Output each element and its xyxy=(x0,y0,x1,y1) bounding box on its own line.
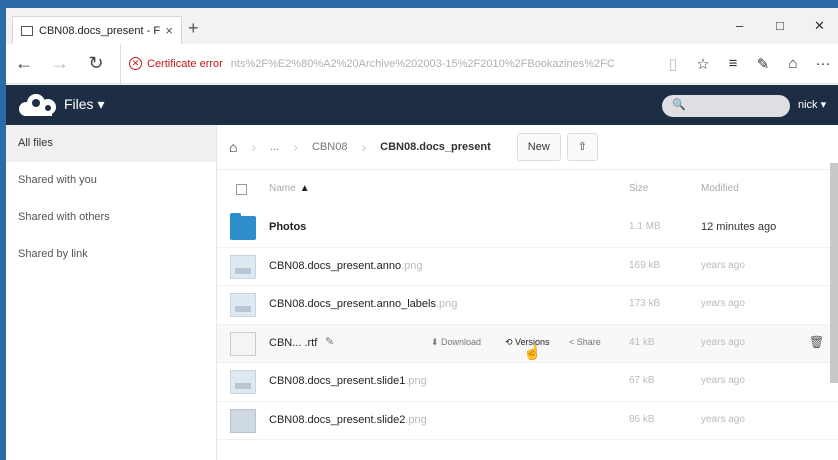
file-size: 173 kB xyxy=(629,298,661,309)
sidebar: All files Shared with you Shared with ot… xyxy=(6,125,217,460)
column-modified-header[interactable]: Modified xyxy=(701,183,739,194)
breadcrumb-parent[interactable]: CBN08 xyxy=(312,141,347,153)
maximize-button[interactable]: □ xyxy=(776,18,784,33)
file-name[interactable]: CBN08.docs_present.slide1.png xyxy=(269,375,427,387)
breadcrumb-separator: › xyxy=(293,139,298,155)
image-thumbnail-icon xyxy=(230,408,256,433)
reading-view-icon[interactable]: ▯ xyxy=(658,55,688,73)
breadcrumb-current[interactable]: CBN08.docs_present xyxy=(380,141,491,153)
minimize-button[interactable]: – xyxy=(736,18,743,33)
tab-page-icon xyxy=(21,25,33,36)
sidebar-item-shared-with-others[interactable]: Shared with others xyxy=(6,199,216,236)
table-row[interactable]: Photos 1.1 MB 12 minutes ago xyxy=(217,209,838,248)
image-thumbnail-icon xyxy=(230,370,256,394)
search-icon: 🔍 xyxy=(672,99,686,111)
file-size: 41 kB xyxy=(629,336,655,348)
more-icon[interactable]: ··· xyxy=(808,55,838,72)
image-thumbnail-icon xyxy=(230,293,256,317)
apps-menu-button[interactable]: Files ▾ xyxy=(64,96,104,113)
file-size: 67 kB xyxy=(629,375,655,386)
table-row[interactable]: CBN08.docs_present.slide1.png 67 kB year… xyxy=(217,363,838,402)
file-modified: years ago xyxy=(701,259,745,271)
sidebar-item-shared-with-you[interactable]: Shared with you xyxy=(6,162,216,199)
breadcrumb-ellipsis[interactable]: ... xyxy=(270,141,279,153)
file-name[interactable]: CBN... .rtf xyxy=(269,337,317,349)
file-name[interactable]: Photos xyxy=(269,221,306,233)
user-menu-button[interactable]: nick ▾ xyxy=(798,98,826,111)
document-icon xyxy=(230,331,256,356)
file-list-panel: ⌂ › ... › CBN08 › CBN08.docs_present New… xyxy=(217,125,838,460)
address-bar[interactable]: ✕ Certificate error nts%2F%E2%80%A2%20Ar… xyxy=(120,43,658,84)
file-list: Photos 1.1 MB 12 minutes ago CBN08.docs_… xyxy=(217,209,838,440)
close-window-button[interactable]: ✕ xyxy=(814,18,825,34)
table-row[interactable]: CBN08.docs_present.anno_labels.png 173 k… xyxy=(217,286,838,325)
home-icon[interactable]: ⌂ xyxy=(229,139,237,155)
tab-title: CBN08.docs_present - F xyxy=(39,24,161,37)
sidebar-item-shared-by-link[interactable]: Shared by link xyxy=(6,236,216,273)
file-modified: years ago xyxy=(701,336,745,348)
file-modified: years ago xyxy=(701,375,745,386)
hand-pointer-cursor-icon: ☝ xyxy=(523,343,542,361)
folder-icon xyxy=(230,213,256,240)
new-tab-button[interactable]: + xyxy=(188,18,199,39)
breadcrumb: ⌂ › ... › CBN08 › CBN08.docs_present New… xyxy=(217,125,838,170)
file-table-header: Name ▲ Size Modified xyxy=(217,170,838,210)
search-input[interactable]: 🔍 xyxy=(662,95,790,117)
share-icon[interactable]: ⌂ xyxy=(778,55,808,72)
favorite-star-icon[interactable]: ☆ xyxy=(688,55,718,73)
certificate-error-label[interactable]: Certificate error xyxy=(147,58,223,70)
hub-icon[interactable]: ≡ xyxy=(718,55,748,72)
file-name[interactable]: CBN08.docs_present.anno_labels.png xyxy=(269,298,457,310)
table-row[interactable]: CBN... .rtf ✎ ⬇ Download ⟲ Versions < Sh… xyxy=(217,324,838,363)
column-size-header[interactable]: Size xyxy=(629,183,648,194)
tab-bar: CBN08.docs_present - F × + – □ ✕ xyxy=(6,8,838,44)
certificate-error-icon[interactable]: ✕ xyxy=(129,57,142,70)
sidebar-item-all-files[interactable]: All files xyxy=(6,125,216,162)
table-row[interactable]: CBN08.docs_present.slide2.png 86 kB year… xyxy=(217,402,838,440)
table-row[interactable]: CBN08.docs_present.anno.png 169 kB years… xyxy=(217,248,838,286)
back-button[interactable]: ← xyxy=(6,53,42,74)
file-size: 86 kB xyxy=(629,413,655,425)
url-text[interactable]: nts%2F%E2%80%A2%20Archive%202003-15%2F20… xyxy=(231,58,615,70)
upload-button[interactable]: ⇧ xyxy=(566,133,599,161)
tab-close-icon[interactable]: × xyxy=(165,23,173,38)
browser-tab[interactable]: CBN08.docs_present - F × xyxy=(12,16,182,44)
download-action[interactable]: ⬇ Download xyxy=(431,337,481,348)
share-action[interactable]: < Share xyxy=(569,337,601,347)
delete-trash-icon[interactable]: 🗑 xyxy=(809,335,824,349)
file-name[interactable]: CBN08.docs_present.anno.png xyxy=(269,260,423,272)
file-name[interactable]: CBN08.docs_present.slide2.png xyxy=(269,414,427,426)
image-thumbnail-icon xyxy=(230,254,256,279)
select-all-checkbox[interactable] xyxy=(236,184,247,195)
file-size: 169 kB xyxy=(629,259,661,271)
scrollbar[interactable] xyxy=(830,163,838,383)
owncloud-logo-icon[interactable] xyxy=(16,93,60,117)
column-name-header[interactable]: Name ▲ xyxy=(269,183,310,194)
browser-toolbar: ▯ ☆ ≡ ✎ ⌂ ··· xyxy=(658,55,838,73)
sort-arrow-icon: ▲ xyxy=(299,183,310,194)
file-size: 1.1 MB xyxy=(629,221,661,232)
browser-window: CBN08.docs_present - F × + – □ ✕ ← → ↻ ✕… xyxy=(6,8,838,460)
file-modified: 12 minutes ago xyxy=(701,221,777,233)
navigation-bar: ← → ↻ ✕ Certificate error nts%2F%E2%80%A… xyxy=(6,43,838,84)
app-header: Files ▾ 🔍 nick ▾ xyxy=(6,85,838,125)
breadcrumb-separator: › xyxy=(251,139,257,155)
file-modified: years ago xyxy=(701,413,745,425)
web-note-icon[interactable]: ✎ xyxy=(748,55,778,73)
rename-pencil-icon[interactable]: ✎ xyxy=(325,335,334,348)
forward-button[interactable]: → xyxy=(42,53,78,74)
file-modified: years ago xyxy=(701,298,745,309)
refresh-button[interactable]: ↻ xyxy=(78,53,114,74)
breadcrumb-separator: › xyxy=(361,139,367,155)
new-button[interactable]: New xyxy=(516,133,561,161)
